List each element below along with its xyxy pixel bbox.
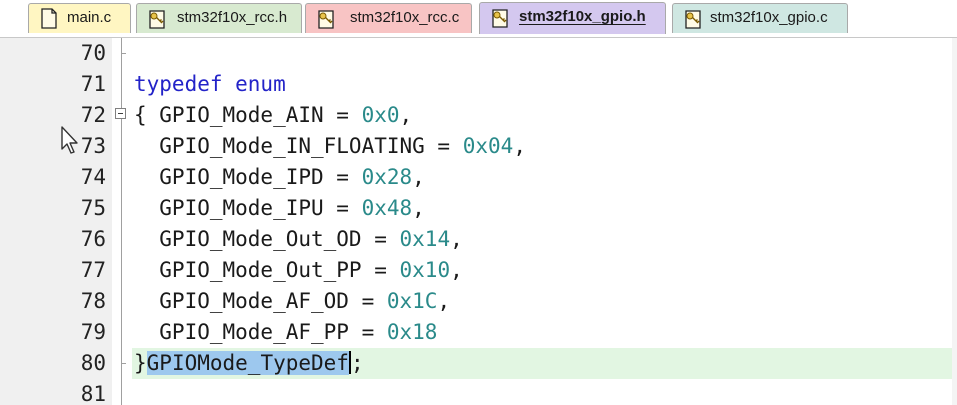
source-file-key-icon <box>317 8 335 29</box>
code-line[interactable]: 73 GPIO_Mode_IN_FLOATING = 0x04, <box>0 131 957 162</box>
line-code: GPIO_Mode_IN_FLOATING = 0x04, <box>134 131 526 162</box>
line-code: GPIO_Mode_IPU = 0x48, <box>134 193 425 224</box>
tab-stm32f10x-gpio-c[interactable]: stm32f10x_gpio.c <box>672 3 848 33</box>
line-number: 77 <box>80 258 106 282</box>
code-token: GPIO_Mode_Out_PP = <box>134 258 400 282</box>
tab-label: main.c <box>67 9 112 26</box>
code-token: GPIO_Mode_IPU = <box>134 196 362 220</box>
line-number: 72 <box>80 103 106 127</box>
line-number: 81 <box>80 382 106 405</box>
line-number: 74 <box>80 165 106 189</box>
code-line[interactable]: 78 GPIO_Mode_AF_OD = 0x1C, <box>0 286 957 317</box>
code-token: , <box>450 258 463 282</box>
editor-pane[interactable]: 70 71 typedef enum 72 { GPIO_Mode_AIN = 0x0,… <box>0 38 957 405</box>
file-tab-bar: main.c stm32f10x_rcc.h stm32f10x_rcc.c stm3… <box>0 0 957 38</box>
line-code: { GPIO_Mode_AIN = 0x0, <box>134 100 412 131</box>
vertical-scrollbar[interactable] <box>952 38 957 405</box>
code-line[interactable]: 80}GPIOMode_TypeDef; <box>0 348 957 379</box>
line-code: typedef enum <box>134 69 286 100</box>
line-code: GPIO_Mode_AF_PP = 0x18 <box>134 317 437 348</box>
code-token: GPIO_Mode_AF_OD = <box>134 289 387 313</box>
tab-stm32f10x-rcc-h[interactable]: stm32f10x_rcc.h <box>136 3 302 33</box>
line-number: 70 <box>80 41 106 65</box>
number-token: 0x10 <box>399 258 451 282</box>
code-token: , <box>450 227 463 251</box>
code-token: GPIO_Mode_AF_PP = <box>134 320 387 344</box>
number-token: 0x18 <box>386 320 438 344</box>
code-token: { GPIO_Mode_AIN = <box>134 103 362 127</box>
line-code: GPIO_Mode_IPD = 0x28, <box>134 162 425 193</box>
code-token: GPIO_Mode_Out_OD = <box>134 227 400 251</box>
tab-label: stm32f10x_gpio.c <box>710 9 828 26</box>
tab-stm32f10x-gpio-h[interactable]: stm32f10x_gpio.h <box>479 2 666 34</box>
code-token: ; <box>350 351 364 375</box>
code-token: , <box>437 289 451 313</box>
selected-text: GPIOMode_TypeDef <box>146 351 349 375</box>
line-code: GPIO_Mode_AF_OD = 0x1C, <box>134 286 450 317</box>
code-line[interactable]: 81 <box>0 379 957 405</box>
header-file-key-icon <box>148 8 166 29</box>
code-token: } <box>134 351 147 375</box>
source-file-key-icon <box>684 8 702 29</box>
tab-label: stm32f10x_rcc.h <box>177 9 288 26</box>
code-token: , <box>412 165 425 189</box>
code-line[interactable]: 72 { GPIO_Mode_AIN = 0x0, <box>0 100 957 131</box>
code-line[interactable]: 74 GPIO_Mode_IPD = 0x28, <box>0 162 957 193</box>
number-token: 0x04 <box>462 134 514 158</box>
header-file-key-icon <box>491 7 509 28</box>
code-line[interactable]: 77 GPIO_Mode_Out_PP = 0x10, <box>0 255 957 286</box>
line-number: 71 <box>80 72 106 96</box>
line-number: 79 <box>80 320 106 344</box>
line-number: 76 <box>80 227 106 251</box>
keyword-token: typedef enum <box>134 72 286 96</box>
tab-label: stm32f10x_gpio.h <box>519 8 646 25</box>
tab-main-c[interactable]: main.c <box>28 3 131 33</box>
number-token: 0x0 <box>361 103 400 127</box>
line-number: 78 <box>80 289 106 313</box>
number-token: 0x48 <box>361 196 413 220</box>
code-token: GPIO_Mode_IN_FLOATING = <box>134 134 463 158</box>
code-line[interactable]: 70 <box>0 38 957 69</box>
number-token: 0x14 <box>399 227 451 251</box>
number-token: 0x28 <box>361 165 413 189</box>
tab-label: stm32f10x_rcc.c <box>350 9 460 26</box>
tab-stm32f10x-rcc-c[interactable]: stm32f10x_rcc.c <box>305 3 472 33</box>
line-number: 73 <box>80 134 106 158</box>
code-editor-window: main.c stm32f10x_rcc.h stm32f10x_rcc.c stm3… <box>0 0 957 405</box>
code-line[interactable]: 71 typedef enum <box>0 69 957 100</box>
file-icon <box>40 8 58 29</box>
code-token: , <box>412 196 425 220</box>
line-code: GPIO_Mode_Out_OD = 0x14, <box>134 224 463 255</box>
code-line[interactable]: 75 GPIO_Mode_IPU = 0x48, <box>0 193 957 224</box>
code-token: GPIO_Mode_IPD = <box>134 165 362 189</box>
code-token: , <box>513 134 526 158</box>
number-token: 0x1C <box>386 289 438 313</box>
line-code: }GPIOMode_TypeDef; <box>134 348 364 379</box>
line-number: 80 <box>80 351 106 375</box>
code-line[interactable]: 79 GPIO_Mode_AF_PP = 0x18 <box>0 317 957 348</box>
code-token: , <box>399 103 413 127</box>
mouse-pointer-icon <box>61 126 78 154</box>
code-line[interactable]: 76 GPIO_Mode_Out_OD = 0x14, <box>0 224 957 255</box>
line-code: GPIO_Mode_Out_PP = 0x10, <box>134 255 463 286</box>
line-number: 75 <box>80 196 106 220</box>
